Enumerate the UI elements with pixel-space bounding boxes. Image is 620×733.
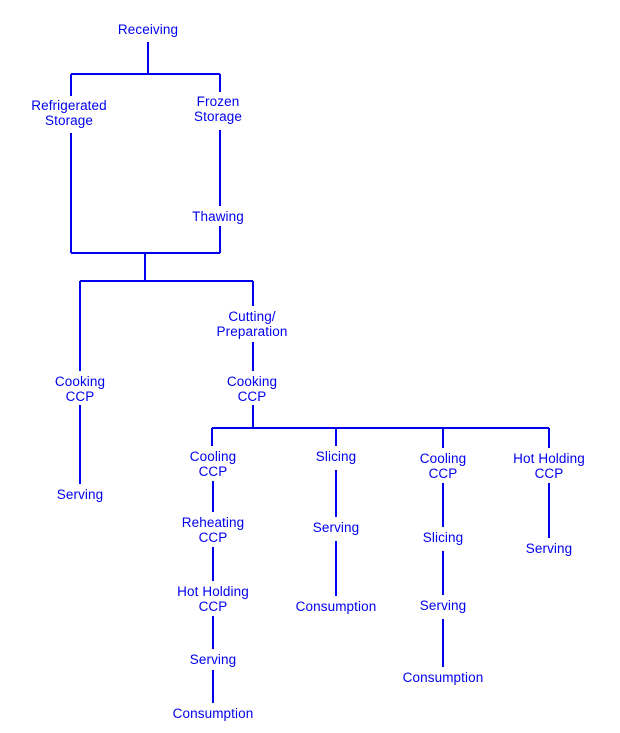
flow-node-serving1: Serving [57, 487, 103, 502]
flow-node-label: CCP [428, 466, 458, 481]
flow-node-label: Refrigerated [31, 98, 107, 113]
flow-node-hotholding1: Hot Holding CCP [177, 584, 249, 614]
flow-node-label: Cooling [419, 451, 467, 466]
flow-node-label: Slicing [315, 449, 357, 464]
flow-node-label: Preparation [216, 324, 288, 339]
flow-node-consumption3: Consumption [403, 670, 484, 685]
flow-node-label: Storage [194, 109, 242, 124]
flow-node-label: CCP [65, 389, 95, 404]
flow-node-label: Serving [419, 598, 467, 613]
haccp-flow-diagram: Receiving Refrigerated Storage Frozen Storag… [0, 0, 620, 733]
flow-node-label: CCP [198, 599, 228, 614]
flow-node-label: Hot Holding [513, 451, 585, 466]
flow-node-label: Consumption [172, 706, 254, 721]
flow-node-label: Cooking [54, 374, 106, 389]
flow-node-reheating: Reheating CCP [182, 515, 244, 545]
flow-node-label: Hot Holding [177, 584, 249, 599]
flow-node-label: Reheating [181, 515, 245, 530]
flow-node-consumption1: Consumption [173, 706, 254, 721]
flow-node-cooking2: Cooking CCP [227, 374, 277, 404]
flow-node-label: Frozen [196, 94, 240, 109]
flow-node-label: Consumption [295, 599, 377, 614]
flow-node-label: Cooling [189, 449, 237, 464]
flow-node-label: Cooking [226, 374, 278, 389]
flow-node-label: Serving [56, 487, 104, 502]
flow-node-cooling2: Cooling CCP [420, 451, 466, 481]
flow-node-consumption2: Consumption [296, 599, 377, 614]
flow-node-serving5: Serving [526, 541, 572, 556]
flow-node-frozen: Frozen Storage [194, 94, 242, 124]
flow-node-label: Receiving [117, 22, 179, 37]
flow-node-label: Serving [312, 520, 360, 535]
flow-node-serving4: Serving [420, 598, 466, 613]
flow-node-label: CCP [198, 464, 228, 479]
flow-node-label: Cutting/ [228, 309, 276, 324]
flow-node-label: Serving [525, 541, 573, 556]
flow-node-slicing1: Slicing [316, 449, 356, 464]
flow-node-refrigerated: Refrigerated Storage [31, 98, 107, 128]
flow-node-slicing2: Slicing [423, 530, 463, 545]
flow-node-thawing: Thawing [192, 209, 244, 224]
flow-node-cooking1: Cooking CCP [55, 374, 105, 404]
flow-node-serving3: Serving [313, 520, 359, 535]
flow-node-label: Storage [45, 113, 93, 128]
flow-node-label: Thawing [192, 209, 244, 224]
flow-node-label: Consumption [402, 670, 484, 685]
flow-node-label: CCP [534, 466, 564, 481]
flow-node-label: Slicing [422, 530, 464, 545]
flow-node-hotholding2: Hot Holding CCP [513, 451, 585, 481]
flow-node-cutting: Cutting/Preparation [217, 309, 288, 339]
flow-node-label: CCP [198, 530, 228, 545]
flow-node-receiving: Receiving [118, 22, 178, 37]
flow-node-label: CCP [237, 389, 267, 404]
flow-node-label: Serving [189, 652, 237, 667]
flow-node-cooling1: Cooling CCP [190, 449, 236, 479]
flow-node-serving2: Serving [190, 652, 236, 667]
